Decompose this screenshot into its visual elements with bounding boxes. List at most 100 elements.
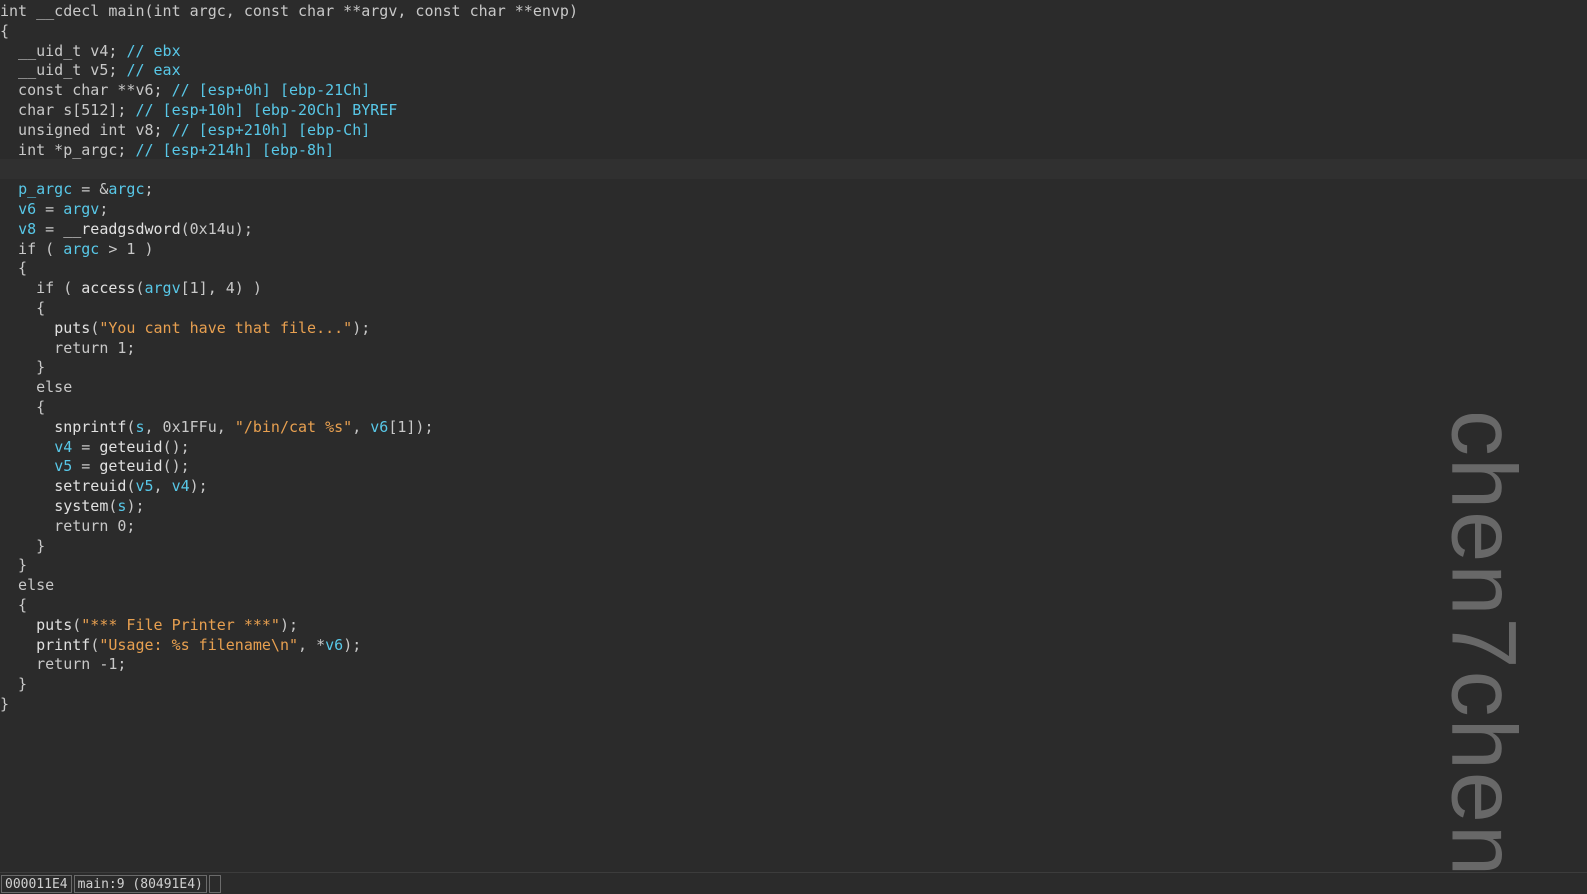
code-token-plain: char s[512];	[0, 101, 136, 119]
code-token-plain: }	[0, 695, 10, 713]
code-token-local: s	[135, 417, 145, 436]
code-token-plain: (	[90, 635, 100, 654]
code-token-local: argc	[63, 239, 100, 258]
code-line[interactable]: {	[0, 298, 1587, 318]
code-token-function: puts	[36, 615, 73, 634]
code-token-function: puts	[54, 318, 91, 337]
code-token-local: argv	[63, 200, 100, 218]
code-token-local: v4	[171, 477, 190, 496]
code-line[interactable]: printf("Usage: %s filename\n", *v6);	[0, 635, 1587, 655]
code-token-plain: return 0;	[0, 516, 136, 535]
code-token-local: v5	[135, 477, 154, 496]
code-token-string: "Usage: %s filename\n"	[99, 635, 299, 654]
code-line[interactable]: snprintf(s, 0x1FFu, "/bin/cat %s", v6[1]…	[0, 417, 1587, 437]
code-line[interactable]: {	[0, 21, 1587, 41]
watermark: chen7chen	[1413, 414, 1553, 874]
watermark-text: chen7chen	[1432, 414, 1535, 874]
code-token-plain: [1], 4) )	[180, 279, 262, 298]
code-token-function: geteuid	[99, 457, 163, 476]
code-line[interactable]: v8 = __readgsdword(0x14u);	[0, 219, 1587, 239]
code-token-plain: , 0x1FFu,	[144, 417, 235, 436]
code-line[interactable]: system(s);	[0, 496, 1587, 516]
code-line[interactable]: }	[0, 536, 1587, 556]
code-line[interactable]: v4 = geteuid();	[0, 437, 1587, 457]
code-line[interactable]: puts("*** File Printer ***");	[0, 615, 1587, 635]
code-line[interactable]: return -1;	[0, 654, 1587, 674]
code-token-plain: ,	[153, 477, 172, 496]
code-token-function: geteuid	[99, 437, 163, 456]
code-token-plain: else	[0, 576, 55, 595]
code-token-plain: ();	[162, 437, 190, 456]
code-token-local: v6	[325, 635, 344, 654]
code-line[interactable]: v6 = argv;	[0, 199, 1587, 219]
code-token-plain: if (	[0, 239, 64, 258]
code-token-plain: int *p_argc;	[0, 140, 136, 159]
code-line[interactable]: const char **v6; // [esp+0h] [ebp-21Ch]	[0, 80, 1587, 100]
code-token-plain: __uid_t v4;	[0, 41, 127, 60]
code-token-local: v4	[54, 437, 73, 456]
code-line[interactable]: return 1;	[0, 338, 1587, 358]
code-token-comment: // eax	[126, 61, 181, 80]
code-token-plain: {	[0, 398, 46, 416]
code-line[interactable]: __uid_t v5; // eax	[0, 60, 1587, 80]
code-token-plain: return -1;	[0, 655, 127, 674]
code-line[interactable]: {	[0, 595, 1587, 615]
code-token-function: __readgsdword	[63, 219, 181, 238]
code-line[interactable]: {	[0, 397, 1587, 417]
code-line[interactable]: v5 = geteuid();	[0, 456, 1587, 476]
code-token-string: "/bin/cat %s"	[234, 417, 353, 436]
code-token-plain: unsigned int v8;	[0, 120, 172, 139]
code-token-plain: ;	[99, 200, 109, 218]
code-token-plain: }	[0, 556, 28, 575]
status-location: main:9 (80491E4)	[73, 874, 207, 893]
code-line[interactable]: int __cdecl main(int argc, const char **…	[0, 1, 1587, 21]
pseudocode-view[interactable]: int __cdecl main(int argc, const char **…	[0, 0, 1587, 872]
code-token-plain: if (	[0, 279, 82, 298]
code-token-function: snprintf	[54, 417, 127, 436]
code-line[interactable]: else	[0, 575, 1587, 595]
code-line[interactable]: return 0;	[0, 516, 1587, 536]
code-line[interactable]: setreuid(v5, v4);	[0, 476, 1587, 496]
code-token-plain: __uid_t v5;	[0, 61, 127, 80]
code-token-comment: // [esp+0h] [ebp-21Ch]	[171, 81, 371, 100]
code-token-plain: (	[135, 279, 145, 298]
code-line[interactable]: p_argc = &argc;	[0, 179, 1587, 199]
code-token-local: p_argc	[18, 180, 73, 199]
code-token-local: argc	[108, 180, 145, 199]
code-token-plain: > 1 )	[99, 239, 154, 258]
code-line[interactable]: char s[512]; // [esp+10h] [ebp-20Ch] BYR…	[0, 100, 1587, 120]
code-line[interactable]: }	[0, 555, 1587, 575]
code-line[interactable]: unsigned int v8; // [esp+210h] [ebp-Ch]	[0, 120, 1587, 140]
code-line[interactable]: if ( access(argv[1], 4) )	[0, 278, 1587, 298]
code-token-function: system	[54, 497, 109, 515]
status-empty-cell	[208, 874, 221, 893]
code-token-local: v6	[18, 200, 37, 218]
code-line[interactable]: {	[0, 258, 1587, 278]
code-token-plain: }	[0, 675, 28, 694]
code-line[interactable]: int *p_argc; // [esp+214h] [ebp-8h]	[0, 140, 1587, 160]
code-token-plain: {	[0, 21, 10, 40]
code-token-plain: );	[343, 635, 362, 654]
code-line[interactable]: }	[0, 694, 1587, 714]
code-token-plain: (	[90, 318, 100, 337]
code-token-plain: =	[72, 457, 100, 476]
code-line[interactable]: else	[0, 377, 1587, 397]
code-token-plain: }	[0, 536, 46, 555]
code-token-local: v8	[18, 219, 37, 238]
code-token-function: printf	[36, 635, 91, 654]
code-token-plain: ;	[144, 180, 154, 199]
code-token-plain: =	[72, 437, 100, 456]
code-line[interactable]: }	[0, 357, 1587, 377]
code-line[interactable]: }	[0, 674, 1587, 694]
code-token-plain: {	[0, 259, 28, 278]
code-line[interactable]: __uid_t v4; // ebx	[0, 41, 1587, 61]
code-line[interactable]	[0, 159, 1587, 180]
code-line[interactable]: puts("You cant have that file...");	[0, 318, 1587, 338]
code-line[interactable]: if ( argc > 1 )	[0, 239, 1587, 259]
